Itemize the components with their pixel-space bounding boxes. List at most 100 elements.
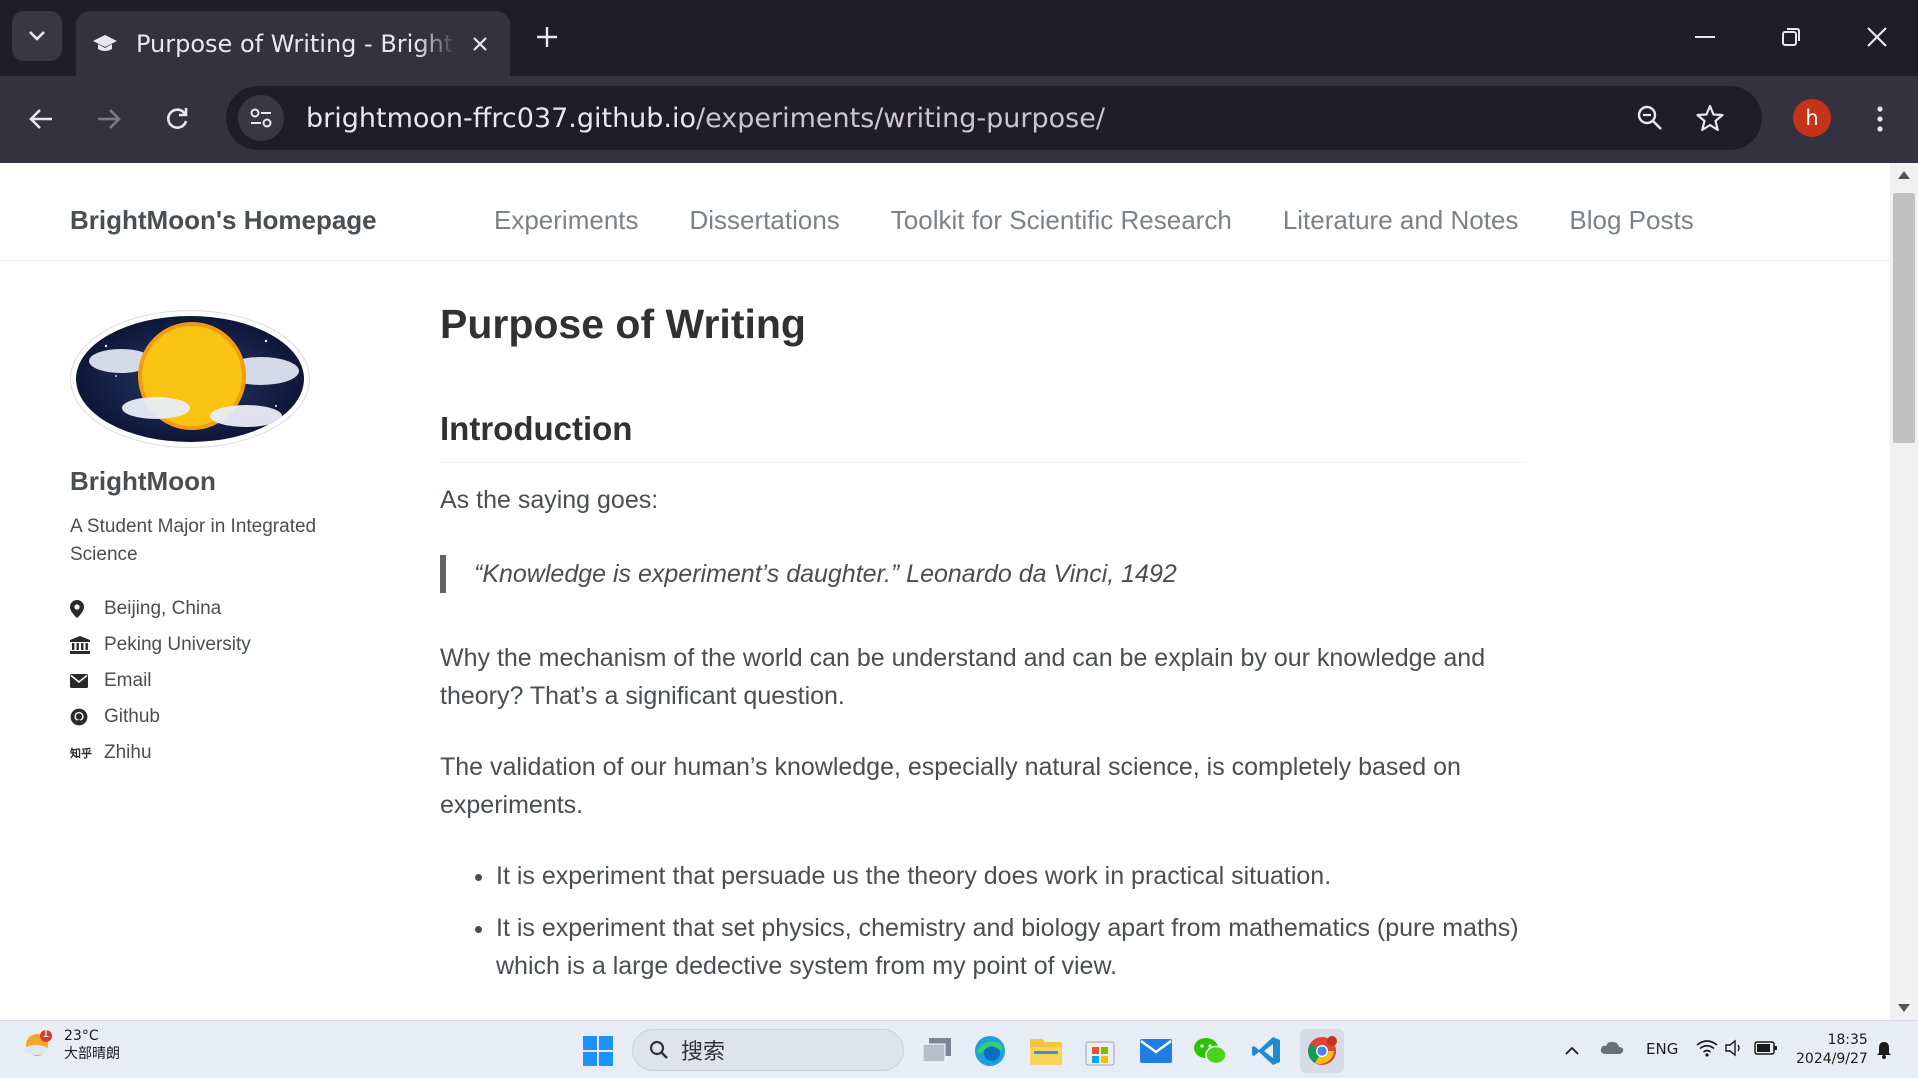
notification-bell-icon[interactable] (1876, 1041, 1892, 1063)
section-heading-introduction: Introduction (440, 410, 1525, 463)
nav-blog-posts[interactable]: Blog Posts (1569, 205, 1693, 236)
chevron-down-icon (29, 31, 45, 41)
edge-app[interactable] (968, 1029, 1012, 1073)
scrollbar-thumb[interactable] (1893, 193, 1915, 443)
link-email[interactable]: Email (70, 663, 360, 699)
email-label[interactable]: Email (104, 670, 152, 692)
star-icon (1696, 104, 1724, 132)
vscode-app[interactable] (1244, 1029, 1288, 1073)
link-university: Peking University (70, 627, 360, 663)
blockquote: “Knowledge is experiment’s daughter.” Le… (440, 555, 1525, 593)
onedrive-icon[interactable] (1600, 1039, 1624, 1059)
link-location: Beijing, China (70, 591, 360, 627)
location-label: Beijing, China (104, 598, 222, 619)
university-label: Peking University (104, 634, 251, 655)
url-text[interactable]: brightmoon-ffrc037.github.io/experiments… (306, 103, 1105, 134)
browser-toolbar: brightmoon-ffrc037.github.io/experiments… (0, 76, 1918, 163)
clock-date: 2024/9/27 (1796, 1051, 1868, 1067)
weather-badge: 1 (42, 1026, 50, 1040)
scroll-up-arrow-icon[interactable] (1898, 171, 1910, 179)
zhihu-icon: 知乎 (70, 748, 92, 760)
author-links: Beijing, China Peking University Email G… (70, 591, 360, 771)
nav-dissertations[interactable]: Dissertations (690, 205, 840, 236)
moon-image (76, 316, 304, 442)
folder-icon (1030, 1039, 1062, 1065)
envelope-icon (70, 674, 94, 688)
battery-icon[interactable] (1754, 1040, 1778, 1060)
weather-widget[interactable]: 1 23°C 大部晴朗 (22, 1026, 120, 1063)
back-button[interactable] (16, 94, 66, 144)
reload-button[interactable] (152, 94, 202, 144)
mail-app[interactable] (1134, 1029, 1178, 1073)
chrome-icon (1308, 1036, 1337, 1065)
chrome-app[interactable] (1300, 1029, 1344, 1073)
profile-avatar[interactable]: h (1793, 99, 1831, 137)
restore-icon (1782, 28, 1800, 46)
scroll-down-arrow-icon[interactable] (1898, 1004, 1910, 1012)
link-zhihu[interactable]: 知乎 Zhihu (70, 735, 360, 771)
store-icon (1085, 1041, 1115, 1066)
link-github[interactable]: Github (70, 699, 360, 735)
list-item: It is experiment that set physics, chemi… (496, 909, 1525, 985)
site-title-link[interactable]: BrightMoon's Homepage (70, 205, 377, 236)
new-tab-button[interactable] (530, 20, 564, 54)
input-language[interactable]: ENG (1646, 1040, 1678, 1058)
start-button[interactable] (576, 1029, 620, 1073)
bookmark-button[interactable] (1688, 96, 1732, 140)
page-title: Purpose of Writing (440, 301, 806, 347)
paragraph: Why the mechanism of the world can be un… (440, 644, 1486, 710)
system-clock[interactable]: 18:35 2024/9/27 (1796, 1031, 1868, 1069)
task-view-button[interactable] (916, 1029, 960, 1073)
author-name: BrightMoon (70, 466, 216, 496)
author-sidebar: BrightMoon A Student Major in Integrated… (70, 310, 360, 771)
taskbar-search[interactable]: 搜索 (632, 1029, 904, 1071)
nav-toolkit[interactable]: Toolkit for Scientific Research (891, 205, 1232, 236)
close-tab-icon[interactable] (466, 30, 494, 58)
wechat-app[interactable] (1188, 1029, 1232, 1073)
author-avatar (70, 310, 310, 448)
map-marker-icon (70, 600, 94, 618)
tab-title: Purpose of Writing - BrightMoon's Homepa… (136, 29, 456, 58)
arrow-right-icon (98, 109, 121, 129)
tune-icon (250, 108, 272, 128)
university-icon (70, 636, 94, 654)
url-host: brightmoon-ffrc037.github.io (306, 102, 697, 134)
mail-icon (1140, 1039, 1172, 1063)
browser-window: Purpose of Writing - BrightMoon's Homepa… (0, 0, 1918, 1078)
tray-overflow-chevron-icon[interactable] (1564, 1041, 1580, 1060)
restore-button[interactable] (1763, 12, 1819, 62)
zhihu-label[interactable]: Zhihu (104, 742, 152, 764)
search-icon (649, 1040, 668, 1059)
zoom-button[interactable] (1628, 96, 1672, 140)
list-item: It is experiment that persuade us the th… (496, 857, 1525, 895)
github-label[interactable]: Github (104, 706, 160, 728)
tab-search-button[interactable] (12, 11, 62, 61)
more-vertical-icon (1877, 106, 1883, 132)
file-explorer-app[interactable] (1024, 1029, 1068, 1073)
weather-temp: 23°C (64, 1028, 99, 1044)
tab-active[interactable]: Purpose of Writing - BrightMoon's Homepa… (76, 11, 510, 76)
url-path: /experiments/writing-purpose/ (696, 102, 1105, 134)
arrow-left-icon (29, 109, 52, 129)
taskbar-search-placeholder: 搜索 (681, 1040, 726, 1065)
author-bio: A Student Major in Integrated Science (70, 516, 317, 565)
weather-desc: 大部晴朗 (64, 1046, 120, 1062)
site-info-button[interactable] (238, 95, 284, 141)
wifi-icon[interactable] (1696, 1039, 1718, 1061)
nav-experiments[interactable]: Experiments (494, 205, 639, 236)
page-scrollbar[interactable] (1890, 163, 1918, 1020)
close-window-button[interactable] (1849, 12, 1905, 62)
plus-icon (537, 27, 557, 47)
minimize-button[interactable] (1677, 12, 1733, 62)
github-icon (70, 708, 94, 726)
forward-button[interactable] (84, 94, 134, 144)
edge-icon (975, 1036, 1005, 1066)
nav-literature-notes[interactable]: Literature and Notes (1283, 205, 1519, 236)
volume-icon[interactable] (1724, 1039, 1746, 1061)
windows-taskbar: 1 23°C 大部晴朗 搜索 ENG 18:35 2024/9/27 (0, 1020, 1918, 1078)
bullet-list: It is experiment that persuade us the th… (440, 857, 1525, 985)
browser-menu-button[interactable] (1860, 94, 1900, 144)
windows-logo-icon (583, 1036, 613, 1066)
store-app[interactable] (1078, 1029, 1122, 1073)
address-bar[interactable]: brightmoon-ffrc037.github.io/experiments… (226, 86, 1762, 150)
